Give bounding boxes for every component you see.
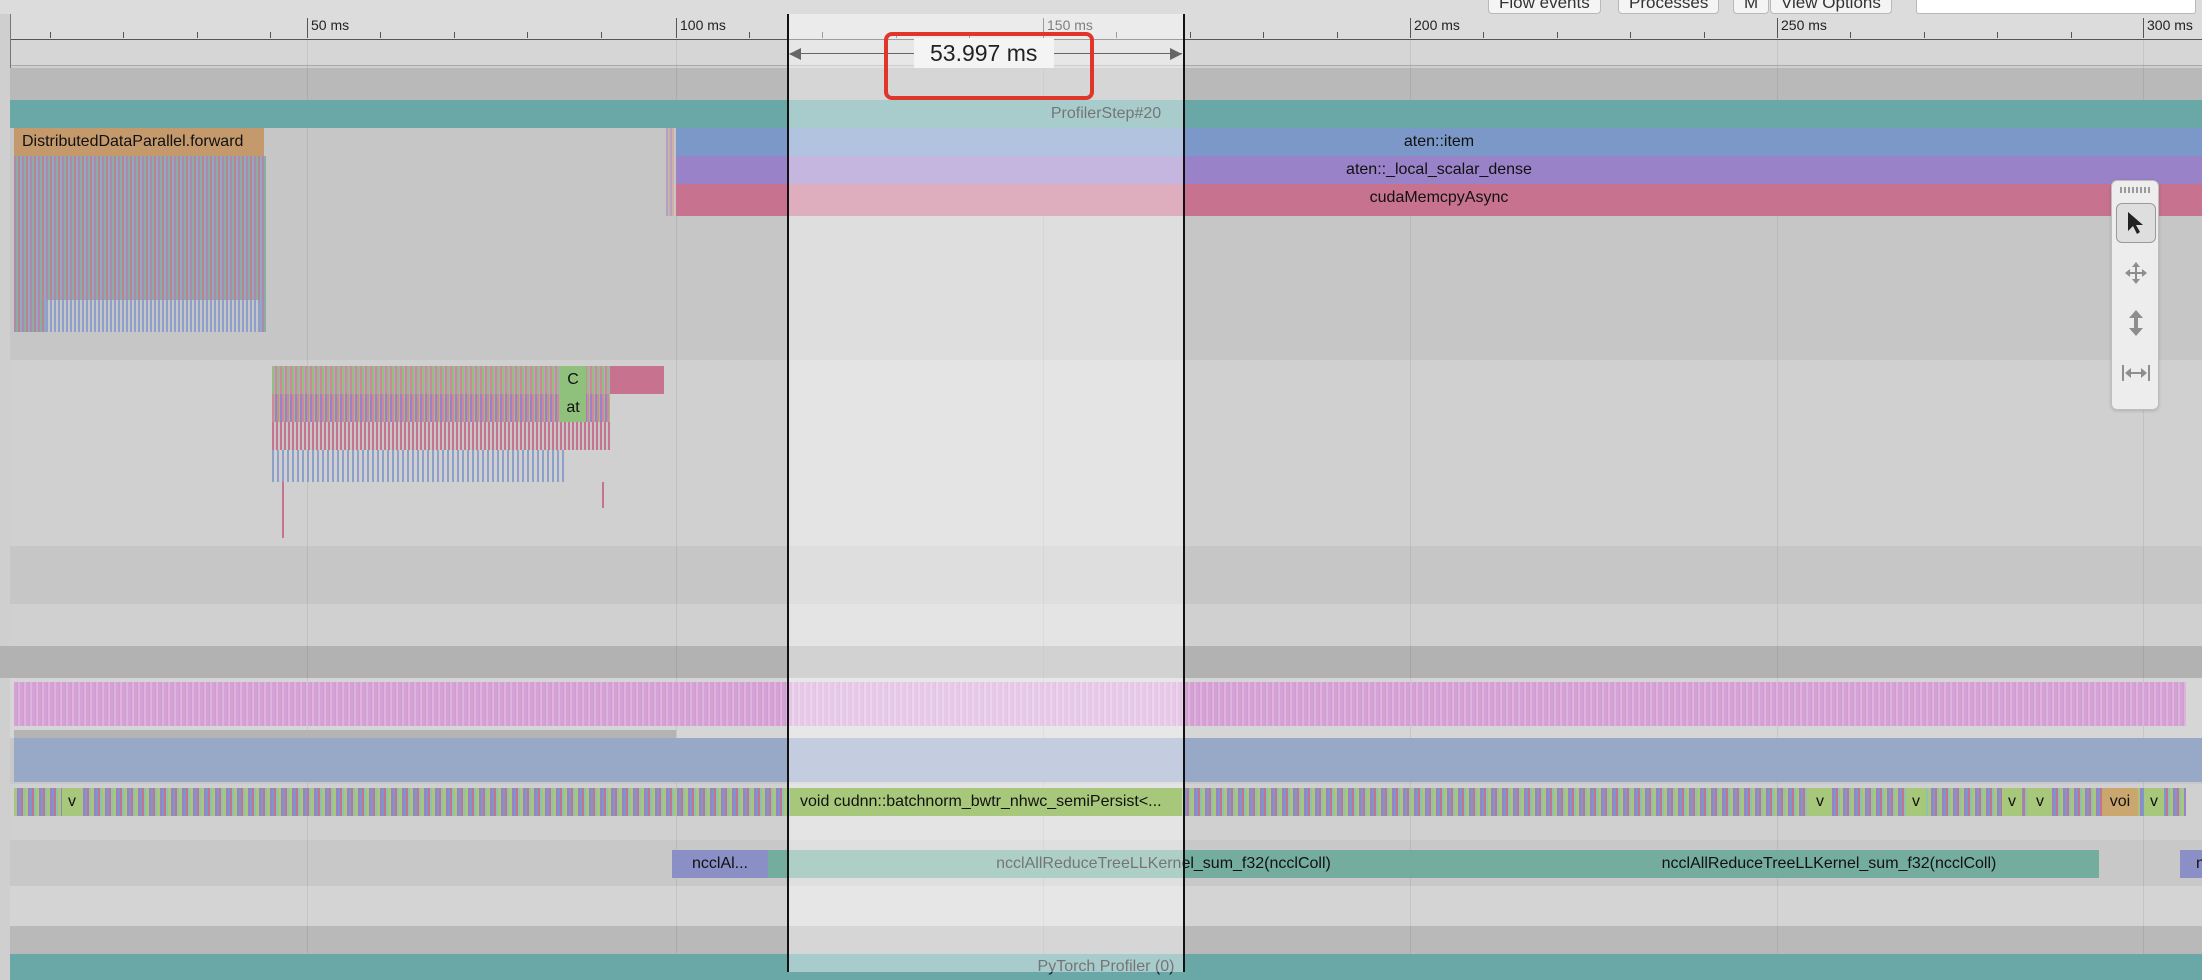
duration-arrow-left-head	[789, 48, 801, 60]
nccl-short-slice[interactable]: ncclAl...	[672, 850, 768, 878]
metadata-button[interactable]: M	[1733, 0, 1770, 14]
select-tool-icon[interactable]	[2116, 203, 2156, 243]
backward-tail-2	[602, 482, 604, 508]
selection-left-edge[interactable]	[787, 14, 789, 972]
ruler-tick	[676, 18, 677, 38]
ruler-tick	[1777, 18, 1778, 38]
ruler-minor-tick	[1630, 32, 1631, 38]
nccl-edge-slice[interactable]: n	[2180, 850, 2202, 878]
item-prelude	[666, 128, 674, 216]
pan-tool-icon[interactable]	[2116, 253, 2156, 293]
grid-line	[307, 40, 308, 972]
backward-bars-row4	[272, 450, 564, 482]
ruler-tick-label: 50 ms	[311, 17, 350, 33]
ruler-tick-label: 250 ms	[1781, 17, 1827, 33]
gpu-kernel-v-slice[interactable]: v	[2002, 788, 2022, 816]
ruler-minor-tick	[1850, 32, 1851, 38]
flow-events-button[interactable]: Flow events	[1488, 0, 1601, 14]
timing-tool-icon[interactable]	[2116, 353, 2156, 393]
ruler-minor-tick	[197, 32, 198, 38]
nccl-allreduce-slice[interactable]: ncclAllReduceTreeLLKernel_sum_f32(ncclCo…	[1559, 850, 2099, 878]
ruler-minor-tick	[601, 32, 602, 38]
ruler-minor-tick	[1337, 32, 1338, 38]
ruler-minor-tick	[2071, 32, 2072, 38]
duration-arrow-right-head	[1170, 48, 1182, 60]
ruler-minor-tick	[1924, 32, 1925, 38]
backward-bars-row3	[272, 422, 610, 450]
backward-tail	[282, 482, 284, 538]
gpu-kernel-v-slice[interactable]: v	[2144, 788, 2164, 816]
ddp-children-bars-2	[46, 300, 260, 332]
view-options-button[interactable]: View Options	[1770, 0, 1892, 14]
search-input[interactable]	[1916, 0, 2196, 14]
mouse-mode-panel	[2111, 180, 2159, 410]
ruler-tick-label: 100 ms	[680, 17, 726, 33]
ruler-minor-tick	[527, 32, 528, 38]
backward-small-c-slice[interactable]: C	[560, 366, 586, 394]
ruler-minor-tick	[749, 32, 750, 38]
backward-bars-pink	[610, 366, 664, 394]
duration-highlight-box	[884, 32, 1094, 100]
gpu-stream-row-mark	[14, 730, 676, 738]
selection-right-edge[interactable]	[1183, 14, 1185, 972]
ruler-tick-label: 200 ms	[1414, 17, 1460, 33]
ruler-tick-label: 300 ms	[2147, 17, 2193, 33]
drag-handle-icon[interactable]	[2120, 187, 2152, 193]
gpu-kernel-v-slice[interactable]: v	[62, 788, 82, 816]
gpu-kernel-v-slice[interactable]: v	[1810, 788, 1830, 816]
ruler-minor-tick	[1704, 32, 1705, 38]
ruler-minor-tick	[454, 32, 455, 38]
ruler-tick	[1410, 18, 1411, 38]
ruler-minor-tick	[1557, 32, 1558, 38]
ruler-minor-tick	[50, 32, 51, 38]
gpu-kernel-v-slice[interactable]: v	[1906, 788, 1926, 816]
ruler-minor-tick	[1190, 32, 1191, 38]
ruler-minor-tick	[1997, 32, 1998, 38]
toolbar: Flow events Processes M View Options	[0, 0, 2202, 14]
ruler-minor-tick	[380, 32, 381, 38]
gpu-kernel-v-slice[interactable]: v	[2030, 788, 2050, 816]
ruler-minor-tick	[123, 32, 124, 38]
zoom-tool-icon[interactable]	[2116, 303, 2156, 343]
ddp-forward-slice[interactable]: DistributedDataParallel.forward	[14, 128, 264, 156]
ruler-minor-tick	[1263, 32, 1264, 38]
selection-region	[788, 14, 1184, 972]
batchnorm-kernel-slice[interactable]: void cudnn::batchnorm_bwtr_nhwc_semiPers…	[790, 788, 1182, 816]
ruler-minor-tick	[1483, 32, 1484, 38]
processes-button[interactable]: Processes	[1618, 0, 1720, 14]
gpu-kernel-voi-slice[interactable]: voi	[2102, 788, 2138, 816]
ruler-minor-tick	[270, 32, 271, 38]
ruler-tick	[307, 18, 308, 38]
ruler-tick	[2143, 18, 2144, 38]
backward-small-at-slice[interactable]: at	[560, 394, 586, 422]
